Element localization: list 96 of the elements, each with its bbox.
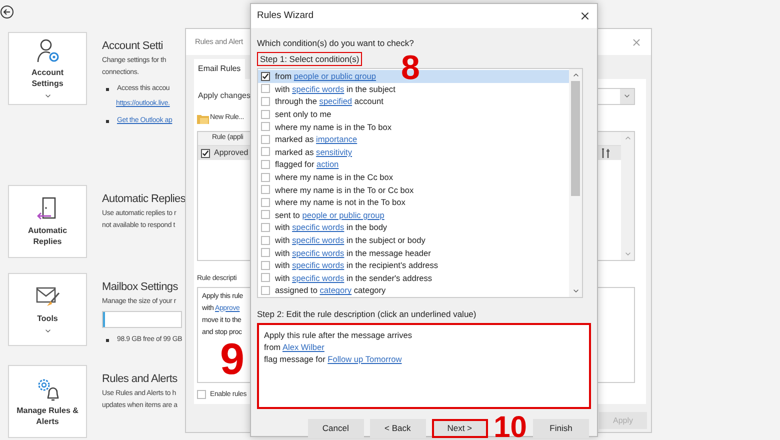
step-label: Step 1: Select condition(s)	[257, 52, 362, 66]
condition-text: with specific words in the body	[275, 221, 388, 234]
condition-text: where my name is in the To or Cc box	[275, 184, 414, 196]
condition-text: flagged for action	[275, 158, 339, 170]
check-icon	[262, 72, 269, 80]
link[interactable]: specific words	[292, 222, 344, 232]
section-title: Mailbox Settings	[102, 280, 178, 295]
condition-checkbox[interactable]	[261, 147, 270, 156]
description-line: Apply this rule after the message arrives	[264, 329, 414, 341]
description-line: flag message for Follow up Tomorrow	[264, 353, 403, 365]
rule-name: Approved	[214, 147, 248, 159]
dialog-button[interactable]: < Back	[370, 418, 426, 438]
chevron-icon	[44, 327, 52, 335]
section-title: Account Setti	[102, 39, 163, 54]
condition-text: assigned to category category	[275, 284, 386, 296]
link[interactable]: specific words	[292, 260, 344, 270]
dialog-button[interactable]: Cancel	[308, 418, 364, 438]
scroll-up-icon[interactable]	[572, 71, 580, 79]
condition-text: sent only to me	[275, 108, 332, 120]
rule-checkbox[interactable]	[201, 148, 210, 158]
condition-text: marked as sensitivity	[275, 146, 352, 158]
section-title: Rules and Alerts	[102, 372, 178, 387]
condition-text: where my name is in the To box	[275, 120, 392, 133]
condition-checkbox[interactable]	[261, 248, 270, 258]
scroll-down-icon[interactable]	[572, 287, 580, 295]
condition-checkbox[interactable]	[261, 122, 270, 132]
condition-checkbox[interactable]	[261, 84, 270, 94]
chevron-icon	[623, 92, 631, 100]
condition-checkbox[interactable]	[261, 198, 270, 207]
condition-text: with specific words in the message header	[275, 246, 431, 259]
condition-text: marked as importance	[275, 133, 358, 146]
dialog-title: Rules Wizard	[257, 8, 314, 23]
link[interactable]: importance	[316, 134, 358, 144]
dialog-button[interactable]: Finish	[533, 418, 589, 438]
condition-text: with specific words in the subject or body	[275, 234, 426, 246]
condition-checkbox[interactable]	[261, 160, 270, 169]
dialog-button[interactable]: Next >	[432, 418, 488, 438]
condition-text: with specific words in the subject	[275, 82, 396, 95]
step-label: Step 2: Edit the rule description (click an underlined value)	[257, 308, 478, 320]
card-label: Automatic Replies	[26, 225, 68, 247]
check-icon	[202, 150, 209, 156]
close-icon[interactable]	[579, 10, 591, 22]
enable-rules-checkbox[interactable]	[197, 390, 206, 400]
condition-checkbox[interactable]	[261, 172, 270, 182]
condition-text: sent to people or public group	[275, 208, 384, 221]
tools-icon	[601, 148, 611, 158]
condition-checkbox[interactable]	[261, 72, 270, 81]
condition-checkbox[interactable]	[261, 273, 270, 282]
link[interactable]: specific words	[292, 248, 344, 258]
condition-text: where my name is in the Cc box	[275, 171, 394, 184]
link[interactable]: people or public group	[302, 210, 384, 220]
backstage-card[interactable]: Manage Rules & Alerts	[8, 365, 87, 438]
folder-icon	[197, 112, 209, 124]
condition-checkbox[interactable]	[261, 96, 270, 106]
link[interactable]: Follow up Tomorrow	[328, 354, 402, 364]
condition-checkbox[interactable]	[261, 222, 270, 232]
link[interactable]: people or public group	[294, 71, 376, 82]
step-number: 10	[494, 415, 527, 440]
description-line: from Alex Wilber	[264, 341, 326, 353]
backstage-card[interactable]: Tools	[8, 273, 87, 346]
condition-checkbox[interactable]	[261, 210, 270, 220]
link[interactable]: category	[320, 285, 352, 296]
card-label: Manage Rules & Alerts	[16, 405, 78, 427]
condition-text: through the specified account	[275, 95, 384, 108]
link[interactable]: Alex Wilber	[282, 342, 324, 352]
condition-text: from people or public group	[275, 70, 376, 82]
condition-checkbox[interactable]	[261, 286, 270, 295]
card-label: Account Settings	[30, 66, 64, 88]
step-number: 9	[220, 340, 244, 380]
section-title: Automatic Replies	[102, 192, 186, 207]
link[interactable]: sensitivity	[316, 146, 352, 157]
apply-changes-label: Apply changes	[197, 90, 250, 102]
question-text: Which condition(s) do you want to check?	[257, 37, 415, 49]
person-gear-icon	[34, 38, 60, 64]
link[interactable]: specific words	[292, 235, 344, 246]
scrollbar[interactable]	[569, 69, 582, 297]
bullet-icon	[106, 338, 109, 342]
condition-checkbox[interactable]	[261, 185, 270, 194]
link[interactable]: specific words	[292, 272, 344, 283]
condition-text: with specific words in the sender's address	[275, 272, 432, 284]
condition-text: where my name is not in the To box	[275, 196, 406, 208]
link[interactable]: specified	[319, 96, 352, 106]
condition-text: with specific words in the recipient's address	[275, 259, 438, 272]
backstage-card[interactable]: Automatic Replies	[8, 185, 87, 258]
tab[interactable]: Email Rules	[194, 59, 245, 79]
condition-checkbox[interactable]	[261, 110, 270, 119]
bullet-icon	[106, 88, 109, 90]
link[interactable]: specific words	[292, 84, 344, 94]
condition-checkbox[interactable]	[261, 134, 270, 144]
bullet-icon	[106, 120, 109, 122]
condition-checkbox[interactable]	[261, 236, 270, 245]
condition-checkbox[interactable]	[261, 260, 270, 270]
card-label: Tools	[36, 313, 59, 324]
backstage-card[interactable]: Account Settings	[8, 32, 87, 105]
back-icon[interactable]	[0, 5, 14, 19]
link[interactable]: action	[316, 159, 339, 170]
